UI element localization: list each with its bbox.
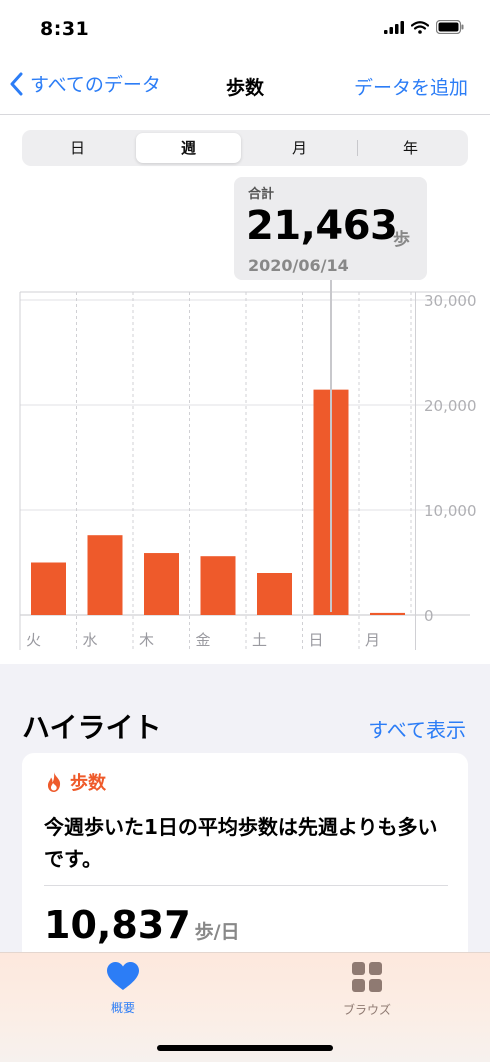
x-tick-label: 木 — [139, 631, 154, 649]
battery-icon — [436, 20, 464, 34]
tooltip-unit: 歩 — [393, 230, 410, 250]
flame-icon — [47, 772, 61, 792]
tab-browse[interactable]: ブラウズ — [307, 961, 427, 1018]
card-header: 歩数 — [44, 769, 106, 795]
bar — [31, 562, 66, 615]
highlights-title: ハイライト — [22, 711, 162, 744]
tooltip-label: 合計 — [248, 187, 275, 202]
card-value-row: 10,837 歩/日 — [44, 903, 240, 947]
tab-summary[interactable]: 概要 — [63, 961, 183, 1016]
card-unit: 歩/日 — [194, 921, 240, 943]
tooltip-indicator-line — [330, 280, 332, 612]
segment-day[interactable]: 日 — [25, 133, 130, 163]
y-tick-label: 30,000 — [424, 292, 477, 310]
x-tick-label: 月 — [365, 631, 380, 649]
grid-icon — [352, 962, 382, 992]
period-segmented-control: 日 週 月 年 — [22, 130, 468, 166]
segment-month[interactable]: 月 — [247, 133, 352, 163]
card-category: 歩数 — [70, 773, 106, 794]
x-tick-label: 水 — [83, 631, 98, 649]
bar — [200, 556, 236, 615]
x-tick-label: 火 — [26, 631, 41, 649]
home-indicator — [157, 1045, 333, 1051]
card-divider — [44, 885, 448, 886]
y-tick-label: 20,000 — [424, 397, 477, 415]
status-icons — [384, 20, 464, 34]
navigation-bar: すべてのデータ 歩数 データを追加 — [0, 60, 490, 115]
tooltip-date: 2020/06/14 — [248, 256, 349, 275]
y-tick-label: 0 — [424, 607, 434, 625]
tab-browse-label: ブラウズ — [342, 1003, 391, 1017]
see-all-link[interactable]: すべて表示 — [368, 714, 466, 743]
status-time: 8:31 — [40, 18, 90, 40]
bar — [257, 573, 292, 615]
x-tick-label: 土 — [252, 631, 267, 649]
wifi-icon — [411, 20, 429, 34]
add-data-button[interactable]: データを追加 — [354, 73, 468, 100]
x-tick-label: 金 — [196, 631, 211, 649]
x-tick-label: 日 — [309, 631, 324, 649]
tab-summary-label: 概要 — [110, 1001, 135, 1015]
bar — [370, 612, 405, 615]
selection-tooltip: 合計 21,463 歩 2020/06/14 — [234, 177, 427, 280]
bar — [144, 553, 179, 615]
tooltip-value: 21,463 — [246, 203, 398, 249]
segment-year[interactable]: 年 — [358, 133, 463, 163]
heart-icon — [107, 962, 139, 990]
bar — [87, 535, 123, 615]
segment-week[interactable]: 週 — [136, 133, 241, 163]
signal-icon — [384, 20, 404, 34]
status-bar: 8:31 — [0, 0, 490, 60]
steps-bar-chart[interactable]: 0 10,000 20,000 30,000 火 水 木 金 土 日 月 — [0, 280, 490, 660]
card-value: 10,837 — [44, 903, 191, 947]
y-tick-label: 10,000 — [424, 502, 477, 520]
card-description: 今週歩いた1日の平均歩数は先週よりも多いです。 — [44, 815, 438, 871]
